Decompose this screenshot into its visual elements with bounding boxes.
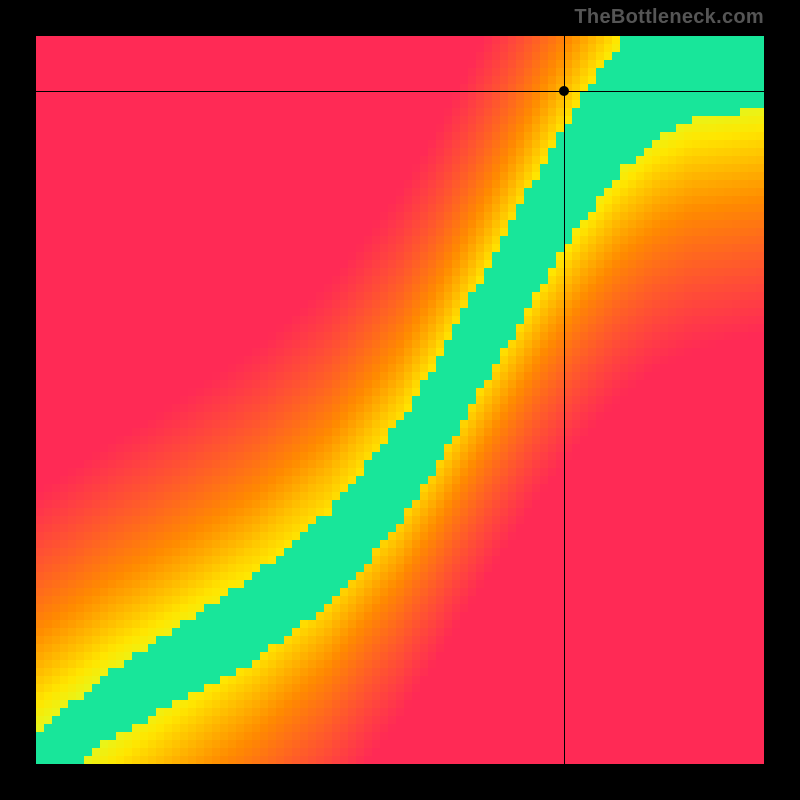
crosshair-horizontal (36, 91, 764, 92)
chart-frame: TheBottleneck.com (0, 0, 800, 800)
heatmap-plot (36, 36, 764, 764)
marker-dot (559, 86, 569, 96)
watermark-text: TheBottleneck.com (574, 6, 764, 29)
crosshair-vertical (564, 36, 565, 764)
heatmap-canvas (36, 36, 764, 764)
